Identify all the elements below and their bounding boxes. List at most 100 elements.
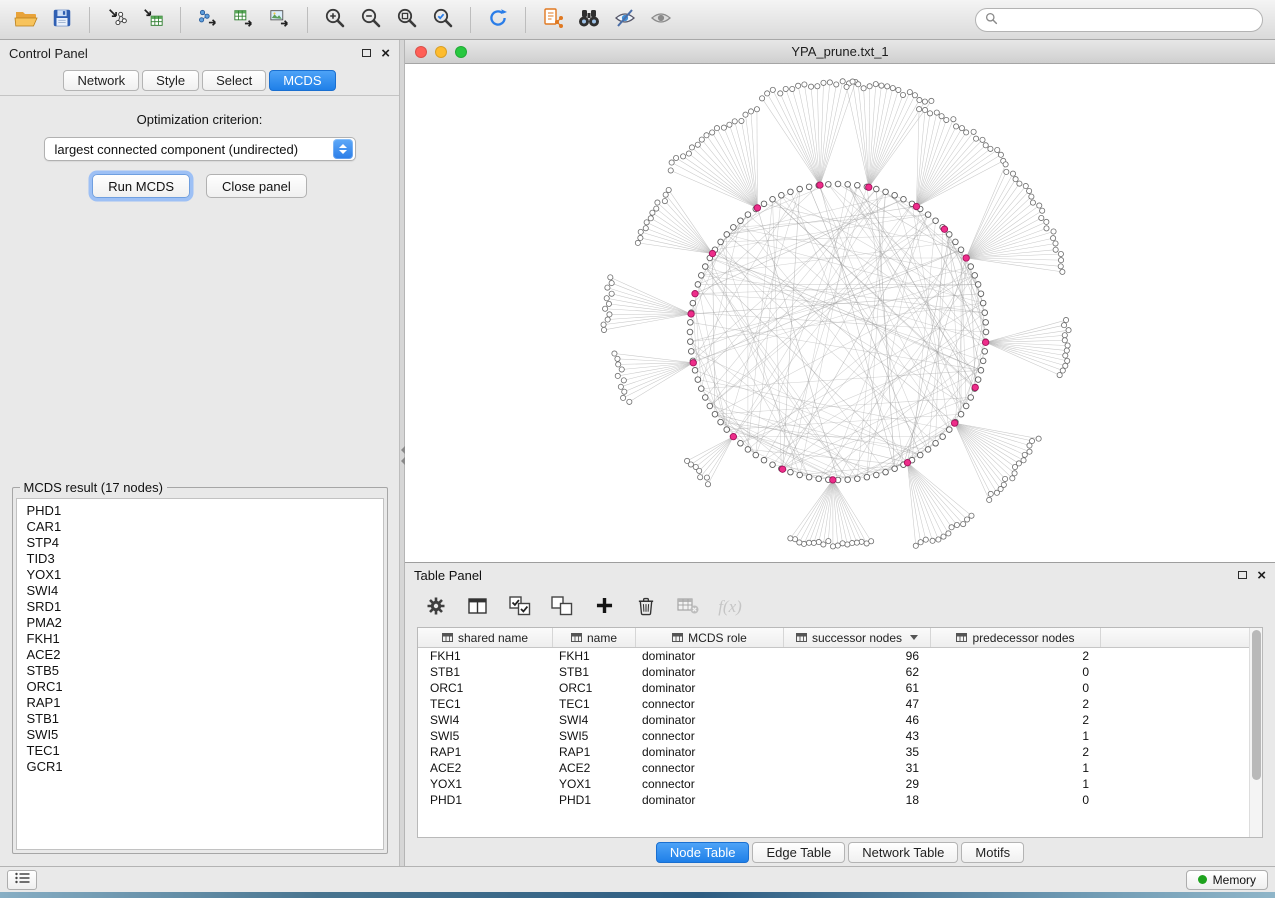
task-history-button[interactable] xyxy=(7,870,37,890)
mcds-result-item[interactable]: ORC1 xyxy=(17,679,383,695)
table-settings-button[interactable] xyxy=(423,594,449,620)
window-minimize-icon[interactable] xyxy=(435,46,447,58)
column-label: shared name xyxy=(458,631,528,645)
table-cell: 29 xyxy=(784,776,931,792)
tab-mcds[interactable]: MCDS xyxy=(269,70,335,91)
toolbar-separator xyxy=(470,7,471,33)
table-row[interactable]: RAP1RAP1dominator352 xyxy=(418,744,1262,760)
zoom-fit-icon xyxy=(395,6,419,33)
mcds-result-item[interactable]: TEC1 xyxy=(17,743,383,759)
save-session-button[interactable] xyxy=(44,4,80,36)
zoom-selected-button[interactable] xyxy=(425,4,461,36)
refresh-button[interactable] xyxy=(480,4,516,36)
table-row[interactable]: SWI5SWI5connector431 xyxy=(418,728,1262,744)
mcds-result-item[interactable]: SWI4 xyxy=(17,583,383,599)
control-panel: Control Panel × Network Style Select MCD… xyxy=(0,40,400,866)
zoom-in-button[interactable] xyxy=(317,4,353,36)
collapse-left-icon[interactable] xyxy=(401,446,405,454)
table-cell: 1 xyxy=(931,776,1101,792)
export-network-button[interactable] xyxy=(190,4,226,36)
float-panel-icon[interactable] xyxy=(362,49,371,57)
table-row[interactable]: STB1STB1dominator620 xyxy=(418,664,1262,680)
column-header-predecessor-nodes[interactable]: predecessor nodes xyxy=(931,628,1101,647)
column-header-shared-name[interactable]: shared name xyxy=(418,628,553,647)
column-header-name[interactable]: name xyxy=(553,628,636,647)
table-cell: PHD1 xyxy=(553,792,636,808)
mcds-result-item[interactable]: STB5 xyxy=(17,663,383,679)
search-icon xyxy=(985,12,998,28)
criterion-dropdown[interactable]: largest connected component (undirected) xyxy=(44,137,356,161)
close-table-panel-icon[interactable]: × xyxy=(1257,568,1266,583)
mcds-result-item[interactable]: CAR1 xyxy=(17,519,383,535)
table-scrollbar[interactable] xyxy=(1249,628,1262,837)
node-table-body: FKH1FKH1dominator962STB1STB1dominator620… xyxy=(418,648,1262,837)
mcds-result-item[interactable]: TID3 xyxy=(17,551,383,567)
mcds-result-item[interactable]: FKH1 xyxy=(17,631,383,647)
tab-motifs[interactable]: Motifs xyxy=(961,842,1024,863)
mcds-result-item[interactable]: RAP1 xyxy=(17,695,383,711)
tab-network-table[interactable]: Network Table xyxy=(848,842,958,863)
table-cell: SWI5 xyxy=(418,728,553,744)
export-table-button[interactable] xyxy=(226,4,262,36)
criterion-selected-value: largest connected component (undirected) xyxy=(45,142,333,157)
network-window-titlebar[interactable]: YPA_prune.txt_1 xyxy=(405,40,1275,64)
close-panel-button[interactable]: Close panel xyxy=(206,174,307,198)
float-table-panel-icon[interactable] xyxy=(1238,571,1247,579)
collapse-left-icon[interactable] xyxy=(401,457,405,465)
sort-chevron-down-icon[interactable] xyxy=(910,635,918,640)
zoom-out-button[interactable] xyxy=(353,4,389,36)
table-row[interactable]: PHD1PHD1dominator180 xyxy=(418,792,1262,808)
window-maximize-icon[interactable] xyxy=(455,46,467,58)
table-cell xyxy=(1101,696,1262,712)
mcds-result-list[interactable]: PHD1CAR1STP4TID3YOX1SWI4SRD1PMA2FKH1ACE2… xyxy=(16,498,384,850)
select-all-rows-button[interactable] xyxy=(507,594,533,620)
column-header-mcds-role[interactable]: MCDS role xyxy=(636,628,784,647)
search-input[interactable] xyxy=(1004,13,1253,27)
tab-select[interactable]: Select xyxy=(202,70,266,91)
scrollbar-thumb[interactable] xyxy=(1252,630,1261,780)
mcds-result-item[interactable]: STP4 xyxy=(17,535,383,551)
toggle-graphics-details-button[interactable] xyxy=(607,4,643,36)
mcds-result-item[interactable]: SRD1 xyxy=(17,599,383,615)
column-header-successor-nodes[interactable]: successor nodes xyxy=(784,628,931,647)
tab-node-table[interactable]: Node Table xyxy=(656,842,750,863)
table-cell: FKH1 xyxy=(553,648,636,664)
window-close-icon[interactable] xyxy=(415,46,427,58)
table-cell: dominator xyxy=(636,744,784,760)
table-row[interactable]: ORC1ORC1dominator610 xyxy=(418,680,1262,696)
show-graphics-details-button[interactable] xyxy=(643,4,679,36)
tab-style[interactable]: Style xyxy=(142,70,199,91)
memory-button[interactable]: Memory xyxy=(1186,870,1268,890)
export-image-button[interactable] xyxy=(262,4,298,36)
table-row[interactable]: YOX1YOX1connector291 xyxy=(418,776,1262,792)
table-row[interactable]: SWI4SWI4dominator462 xyxy=(418,712,1262,728)
table-row[interactable]: ACE2ACE2connector311 xyxy=(418,760,1262,776)
refresh-icon xyxy=(486,6,510,33)
deselect-all-rows-button[interactable] xyxy=(549,594,575,620)
tab-edge-table[interactable]: Edge Table xyxy=(752,842,845,863)
tab-network[interactable]: Network xyxy=(63,70,139,91)
import-table-file-button[interactable] xyxy=(135,4,171,36)
desktop-background-strip xyxy=(0,892,1275,898)
share-document-button[interactable] xyxy=(535,4,571,36)
close-panel-icon[interactable]: × xyxy=(381,46,390,61)
mcds-result-item[interactable]: PHD1 xyxy=(17,503,383,519)
zoom-fit-button[interactable] xyxy=(389,4,425,36)
network-canvas[interactable] xyxy=(405,64,1275,562)
run-mcds-button[interactable]: Run MCDS xyxy=(92,174,190,198)
table-row[interactable]: FKH1FKH1dominator962 xyxy=(418,648,1262,664)
mcds-result-item[interactable]: PMA2 xyxy=(17,615,383,631)
delete-column-button[interactable] xyxy=(633,594,659,620)
import-network-file-button[interactable] xyxy=(99,4,135,36)
mcds-result-item[interactable]: YOX1 xyxy=(17,567,383,583)
search-field[interactable] xyxy=(975,8,1263,32)
mcds-result-item[interactable]: SWI5 xyxy=(17,727,383,743)
mcds-result-item[interactable]: GCR1 xyxy=(17,759,383,775)
show-columns-button[interactable] xyxy=(465,594,491,620)
table-row[interactable]: TEC1TEC1connector472 xyxy=(418,696,1262,712)
add-column-button[interactable] xyxy=(591,594,617,620)
open-session-button[interactable] xyxy=(8,4,44,36)
mcds-result-item[interactable]: STB1 xyxy=(17,711,383,727)
mcds-result-item[interactable]: ACE2 xyxy=(17,647,383,663)
first-neighbors-button[interactable] xyxy=(571,4,607,36)
